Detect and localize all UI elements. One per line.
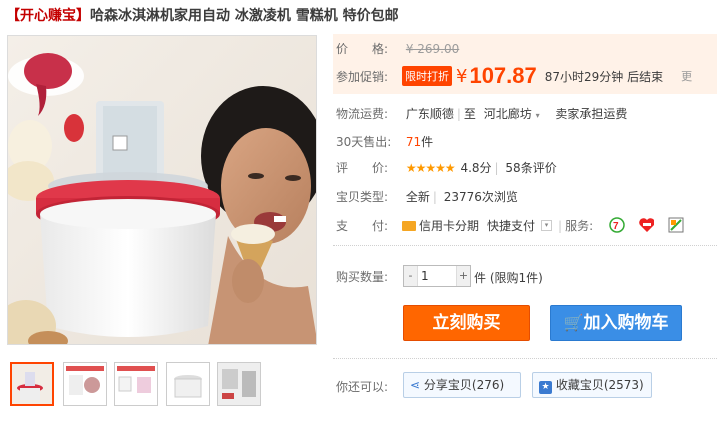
rating-separator: | (494, 161, 499, 175)
social-row: 你还可以: (336, 378, 388, 395)
share-label: 分享宝贝(276) (423, 378, 505, 392)
ship-separator: | (456, 107, 461, 121)
currency-symbol: ¥ (456, 65, 468, 87)
payment-separator: | (558, 218, 563, 233)
item-condition: 全新 (405, 190, 430, 204)
shipping-row: 物流运费: 广东顺德 | 至 河北廊坊 ▾ 卖家承担运费 (336, 105, 627, 122)
add-to-cart-button[interactable]: 🛒加入购物车 (550, 305, 682, 341)
buy-now-button[interactable]: 立刻购买 (403, 305, 530, 341)
quantity-stepper: - 1 + (403, 265, 471, 287)
main-product-image[interactable] (7, 35, 317, 345)
type-separator: | (432, 190, 437, 204)
thumbnail-image (64, 363, 106, 405)
payment-label: 支 付: (336, 219, 389, 233)
original-price-row: 价 格: ¥ 269.00 (336, 40, 459, 57)
ship-to-sep: 至 (463, 107, 476, 121)
star-icon: ★ (539, 381, 552, 394)
section-divider (333, 358, 717, 359)
share-button[interactable]: ⋖ 分享宝贝(276) (403, 372, 521, 398)
thumbnail-1[interactable] (10, 362, 54, 406)
services-label: 服务: (565, 219, 594, 233)
thumbnail-3[interactable] (114, 362, 158, 406)
credit-installment[interactable]: 信用卡分期 (419, 217, 479, 234)
thumbnail-strip (10, 362, 310, 406)
section-divider (333, 245, 717, 246)
favorite-button[interactable]: ★ 收藏宝贝(2573) (532, 372, 652, 398)
sales-count: 71 (405, 135, 422, 149)
genuine-guarantee-icon[interactable] (638, 217, 654, 233)
sales-label: 30天售出: (336, 135, 392, 149)
svg-text:7: 7 (613, 221, 619, 232)
chevron-down-icon: ▾ (535, 111, 540, 120)
add-to-cart-label: 加入购物车 (583, 313, 669, 333)
ship-from: 广东顺德 (405, 107, 454, 121)
thumbnail-4[interactable] (166, 362, 210, 406)
star-rating-icon: ★★★★★ (405, 161, 456, 175)
sales-unit: 件 (421, 135, 434, 149)
quantity-increase-button[interactable]: + (456, 266, 470, 286)
product-title: 【开心赚宝】哈森冰淇淋机家用自动 冰激凌机 雪糕机 特价包邮 (6, 5, 399, 25)
ship-to: 河北廊坊 (483, 107, 532, 121)
cart-icon: 🛒 (563, 313, 584, 332)
seven-day-return-icon[interactable]: 7 (609, 217, 625, 233)
reviews-link[interactable]: 58条评价 (505, 161, 556, 175)
favorite-label: 收藏宝贝(2573) (555, 378, 644, 392)
promo-price-row: 参加促销: 限时打折 ¥ 107.87 87小时29分钟 后结束 更 (336, 63, 692, 89)
quantity-input[interactable]: 1 (421, 269, 429, 283)
product-name: 哈森冰淇淋机家用自动 冰激凌机 雪糕机 特价包邮 (90, 8, 399, 24)
countdown-text: 87小时29分钟 后结束 (544, 69, 664, 84)
payment-row: 支 付: 信用卡分期 快捷支付 ▾ | 服务: (336, 217, 593, 234)
social-label: 你还可以: (336, 380, 389, 394)
shipping-cost: 卖家承担运费 (555, 107, 628, 121)
quantity-row: 购买数量: (336, 268, 402, 285)
ship-to-select[interactable]: 河北廊坊 ▾ (484, 107, 540, 121)
quantity-label: 购买数量: (336, 270, 389, 284)
promo-price: 107.87 (469, 63, 537, 88)
promo-badge: 限时打折 (402, 66, 452, 86)
price-label: 价 格: (336, 42, 389, 56)
type-label: 宝贝类型: (336, 190, 389, 204)
thumbnail-image (115, 363, 157, 405)
original-price: ¥ 269.00 (405, 42, 460, 56)
rating-row: 评 价: ★★★★★ 4.8分 | 58条评价 (336, 159, 557, 176)
credit-card-icon (402, 220, 416, 231)
thumbnail-2[interactable] (63, 362, 107, 406)
chevron-down-icon[interactable]: ▾ (541, 220, 553, 231)
promo-label: 参加促销: (336, 69, 389, 84)
quantity-decrease-button[interactable]: - (404, 266, 418, 286)
invoice-service-icon[interactable] (668, 217, 684, 233)
shop-tag: 【开心赚宝】 (6, 8, 90, 24)
thumbnail-image (167, 363, 209, 405)
quantity-limit: 件 (限购1件) (474, 271, 543, 285)
more-promo-link[interactable]: 更 (681, 68, 692, 84)
ice-cream-maker-illustration (8, 36, 316, 344)
thumbnail-image (218, 363, 260, 405)
rating-label: 评 价: (336, 161, 389, 175)
quick-pay[interactable]: 快捷支付 (487, 217, 535, 234)
thumbnail-5[interactable] (217, 362, 261, 406)
shipping-label: 物流运费: (336, 107, 389, 121)
share-icon: ⋖ (410, 378, 421, 392)
view-count: 23776次浏览 (443, 190, 518, 204)
item-type-row: 宝贝类型: 全新 | 23776次浏览 (336, 188, 518, 205)
sales-row: 30天售出: 71件 (336, 133, 433, 150)
thumbnail-image (12, 364, 52, 404)
rating-score: 4.8分 (460, 161, 492, 175)
